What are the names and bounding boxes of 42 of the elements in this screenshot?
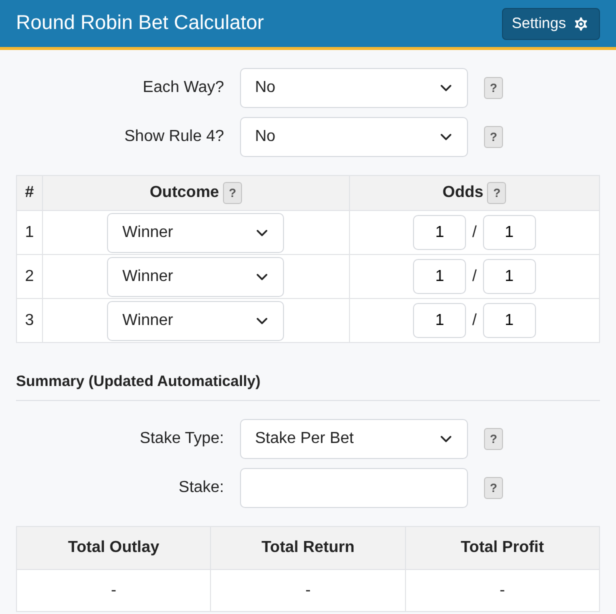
odds-numerator-field[interactable]: 1: [413, 215, 466, 250]
settings-button[interactable]: Settings: [502, 8, 600, 40]
odds-separator: /: [472, 268, 477, 286]
help-button[interactable]: ?: [484, 477, 503, 499]
page-title: Round Robin Bet Calculator: [16, 12, 264, 35]
help-button[interactable]: ?: [223, 182, 242, 204]
summary-heading: Summary (Updated Automatically): [16, 373, 600, 401]
help-button[interactable]: ?: [484, 428, 503, 450]
table-cell: 2: [16, 254, 42, 298]
field-label: Stake Type:: [138, 430, 224, 448]
help-button[interactable]: ?: [487, 182, 506, 204]
odds-separator: /: [472, 224, 477, 242]
option-select[interactable]: No: [240, 68, 468, 108]
field-label: Each Way?: [142, 79, 224, 97]
odds-denominator-field[interactable]: 1: [482, 215, 536, 250]
column-header: Total Profit: [405, 526, 600, 570]
column-header: Total Return: [210, 526, 406, 570]
help-button[interactable]: ?: [484, 126, 503, 148]
stake-field[interactable]: [240, 468, 468, 508]
settings-icon: [572, 14, 590, 32]
odds-denominator-field[interactable]: 1: [482, 303, 536, 338]
field-label: Stake:: [178, 479, 224, 497]
table-cell: -: [210, 570, 406, 612]
column-label: #: [25, 184, 34, 202]
field-label: Show Rule 4?: [123, 128, 224, 146]
odds-separator: /: [472, 312, 477, 330]
column-label: Odds: [442, 184, 484, 202]
odds-denominator-field[interactable]: 1: [482, 259, 536, 294]
stake-type-select[interactable]: Stake Per Bet: [240, 419, 468, 459]
table-cell: -: [405, 570, 600, 612]
outcome-select[interactable]: Winner: [107, 212, 284, 252]
odds-numerator-field[interactable]: 1: [413, 259, 466, 294]
column-label: Outcome: [150, 184, 220, 202]
outcome-select[interactable]: Winner: [107, 300, 284, 340]
help-button[interactable]: ?: [484, 77, 503, 99]
option-select[interactable]: No: [240, 117, 468, 157]
table-cell: -: [16, 570, 211, 612]
outcome-select[interactable]: Winner: [107, 256, 284, 296]
column-header: Total Outlay: [16, 526, 211, 570]
table-cell: 3: [16, 298, 42, 342]
odds-numerator-field[interactable]: 1: [413, 303, 466, 338]
table-cell: 1: [16, 210, 42, 254]
